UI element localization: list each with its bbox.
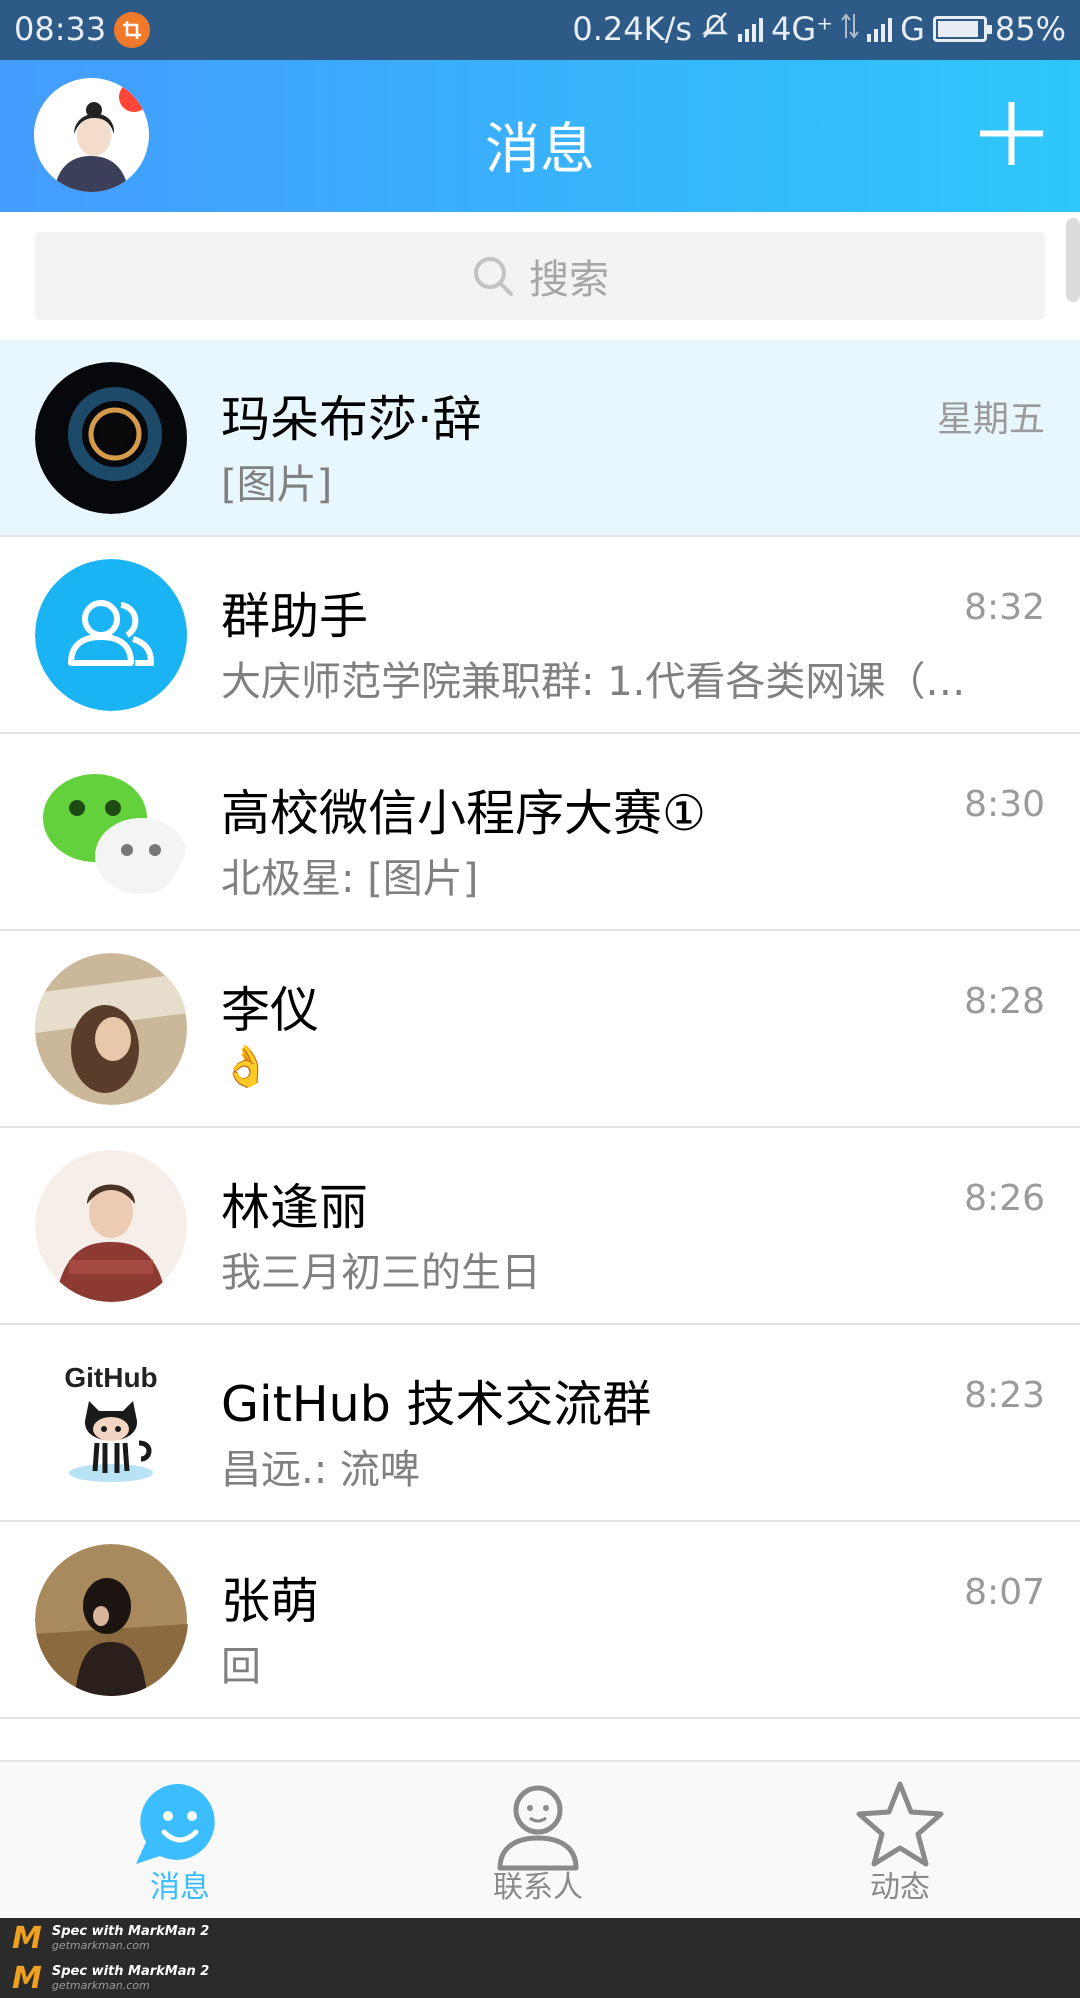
conversation-time: 8:23 — [964, 1375, 1045, 1416]
conversation-avatar — [35, 362, 188, 514]
status-right: 0.24K/s 4G⁺ G 85% — [572, 10, 1066, 48]
conversation-row[interactable]: 群助手 大庆师范学院兼职群: 1.代看各类网课（… 8:32 — [0, 537, 1080, 734]
conversation-time: 8:30 — [964, 784, 1045, 825]
markman-url: getmarkman.com — [51, 1979, 150, 1992]
battery-percent: 85% — [994, 10, 1066, 48]
mute-bell-icon — [700, 10, 730, 48]
conversation-time: 8:32 — [964, 587, 1045, 628]
search-bar[interactable]: 搜索 — [35, 232, 1045, 320]
conversation-row[interactable]: 张萌 回 8:07 — [0, 1522, 1080, 1719]
markman-title: Spec with MarkMan 2 — [51, 1964, 210, 1979]
conversation-preview: 北极星: [图片] — [221, 856, 479, 902]
bottom-tab-bar: 消息 联系人 动态 — [0, 1760, 1080, 1918]
search-placeholder: 搜索 — [529, 257, 609, 303]
conversation-preview: 回 — [221, 1644, 261, 1690]
group-assistant-icon — [35, 559, 188, 711]
conversation-time: 8:07 — [964, 1572, 1045, 1613]
network-speed: 0.24K/s — [572, 10, 693, 48]
conversation-row[interactable]: 林逢丽 我三月初三的生日 8:26 — [0, 1128, 1080, 1325]
scroll-indicator — [1066, 218, 1080, 302]
conversation-name: 群助手 — [221, 588, 369, 645]
markman-title: Spec with MarkMan 2 — [51, 1924, 210, 1939]
conversation-row[interactable]: 高校微信小程序大赛① 北极星: [图片] 8:30 — [0, 734, 1080, 931]
conversation-list: 玛朵布莎·辞 [图片] 星期五 群助手 大庆师范学院兼职群: 1.代看各类网课（… — [0, 340, 1080, 1719]
data-arrows-icon — [841, 10, 859, 48]
network-type-2: G — [900, 10, 925, 48]
tab-label: 动态 — [870, 1870, 930, 1905]
app-header: 消息 — [0, 60, 1080, 212]
markman-banner: M Spec with MarkMan 2 getmarkman.com — [0, 1958, 1080, 1998]
conversation-name: 高校微信小程序大赛① — [221, 785, 706, 842]
markman-banner: M Spec with MarkMan 2 getmarkman.com — [0, 1918, 1080, 1958]
crop-icon — [114, 12, 150, 48]
conversation-row[interactable]: GitHub GitHub 技术交流群 昌远.: 流啤 8:23 — [0, 1325, 1080, 1522]
conversation-avatar — [35, 953, 188, 1105]
contact-person-icon — [497, 1785, 579, 1871]
add-button[interactable] — [974, 96, 1049, 171]
status-time: 08:33 — [14, 10, 107, 48]
tab-messages[interactable]: 消息 — [130, 1776, 230, 1906]
conversation-name: GitHub 技术交流群 — [221, 1376, 652, 1433]
conversation-avatar — [35, 1150, 188, 1302]
markman-logo-icon: M — [12, 1920, 42, 1956]
network-type: 4G⁺ — [771, 10, 834, 48]
conversation-name: 玛朵布莎·辞 — [221, 391, 482, 448]
github-logo-icon: GitHub — [35, 1347, 188, 1499]
markman-url: getmarkman.com — [51, 1939, 150, 1952]
markman-footer: M Spec with MarkMan 2 getmarkman.com M S… — [0, 1918, 1080, 1998]
conversation-preview: 昌远.: 流啤 — [221, 1447, 420, 1493]
status-bar: 08:33 0.24K/s 4G⁺ G 85% — [0, 0, 1080, 60]
conversation-name: 张萌 — [221, 1573, 320, 1630]
smiley-bubble-icon — [136, 1783, 215, 1864]
conversation-time: 星期五 — [936, 399, 1045, 440]
app-root: 08:33 0.24K/s 4G⁺ G 85% 消息 搜索 玛朵布莎·辞 [图片… — [0, 0, 1080, 1998]
tab-label: 联系人 — [493, 1870, 583, 1905]
signal-icon-2 — [867, 16, 893, 42]
conversation-preview: [图片] — [221, 462, 333, 508]
conversation-name: 李仪 — [221, 982, 320, 1039]
conversation-preview: 👌 — [221, 1044, 271, 1090]
conversation-time: 8:26 — [964, 1178, 1045, 1219]
conversation-avatar — [35, 1544, 188, 1696]
conversation-preview: 大庆师范学院兼职群: 1.代看各类网课（… — [221, 659, 966, 705]
tab-moments[interactable]: 动态 — [850, 1776, 950, 1906]
plus-icon — [980, 102, 1043, 165]
search-icon — [474, 257, 513, 296]
conversation-name: 林逢丽 — [221, 1179, 369, 1236]
tab-contacts[interactable]: 联系人 — [488, 1776, 588, 1906]
conversation-row[interactable]: 李仪 👌 8:28 — [0, 931, 1080, 1128]
star-icon — [856, 1781, 944, 1867]
conversation-time: 8:28 — [964, 981, 1045, 1022]
signal-icon — [738, 16, 764, 42]
page-title: 消息 — [484, 117, 595, 181]
markman-logo-icon: M — [12, 1960, 42, 1996]
conversation-preview: 我三月初三的生日 — [221, 1250, 541, 1296]
conversation-row[interactable]: 玛朵布莎·辞 [图片] 星期五 — [0, 340, 1080, 537]
battery-icon — [932, 16, 992, 42]
wechat-icon — [35, 756, 188, 908]
github-logo-text: GitHub — [64, 1362, 157, 1393]
tab-label: 消息 — [150, 1870, 210, 1905]
